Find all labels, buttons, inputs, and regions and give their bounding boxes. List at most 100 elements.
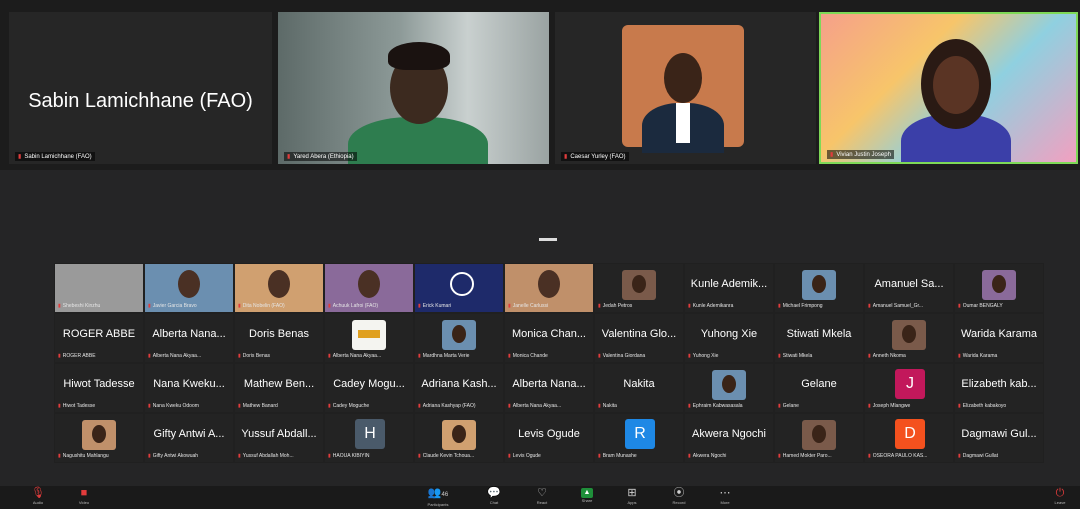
participant-tile[interactable]: ▮ Erick Kumari xyxy=(414,263,504,313)
participant-tile[interactable]: ▮ Jedah Petros xyxy=(594,263,684,313)
participant-tile[interactable]: Warida Karama ▮ Warida Karama xyxy=(954,313,1044,363)
participant-tile[interactable]: Gelane ▮ Gelane xyxy=(774,363,864,413)
participant-label: ▮ Valentina Giordana xyxy=(598,353,646,359)
participant-display-name: Valentina Glo... xyxy=(601,328,677,340)
participant-avatar xyxy=(982,270,1016,300)
participant-tile[interactable]: R ▮ Bram Munashe xyxy=(594,413,684,463)
participant-tile[interactable]: Levis Ogude ▮ Levis Ogude xyxy=(504,413,594,463)
record-button[interactable]: ⦿ Record xyxy=(659,486,699,509)
participant-label: ▮ Yuhong Xie xyxy=(688,353,719,359)
participant-tile[interactable]: ▮ Javier Garcia Bravo xyxy=(144,263,234,313)
leave-icon: ⏻ xyxy=(1055,487,1065,499)
participant-tile[interactable]: Yussuf Abdall... ▮ Yussuf Abdallah Moh... xyxy=(234,413,324,463)
participant-tile[interactable]: ▮ Oumar BENGALY xyxy=(954,263,1044,313)
speaker-tag: ▮ Yared Abera (Ethiopia) xyxy=(284,152,357,161)
participant-tile[interactable]: Alberta Nana... ▮ Alberta Nana Akyaa... xyxy=(504,363,594,413)
participant-tile[interactable]: Nana Kweku... ▮ Nana Kweku Odoom xyxy=(144,363,234,413)
muted-mic-icon: ▮ xyxy=(830,152,834,158)
participant-tile[interactable]: Nakita ▮ Nakita xyxy=(594,363,684,413)
participant-tile[interactable]: D ▮ OSEORA PAULO KAS... xyxy=(864,413,954,463)
participant-tile[interactable]: ▮ Dita Nobelin (FAO) xyxy=(234,263,324,313)
participant-tile[interactable]: Gifty Antwi A... ▮ Gifty Antwi Akowuah xyxy=(144,413,234,463)
muted-mic-icon: ▮ xyxy=(598,353,601,359)
muted-mic-icon: ▮ xyxy=(778,453,781,459)
participant-display-name: Elizabeth kab... xyxy=(961,378,1037,390)
participant-display-name: Yussuf Abdall... xyxy=(241,428,317,440)
participant-display-name: Kunle Ademik... xyxy=(690,278,768,290)
participant-tile[interactable]: Monica Chan... ▮ Monica Chande xyxy=(504,313,594,363)
participant-tile[interactable]: ▮ Anneth Nkoma xyxy=(864,313,954,363)
participant-tile[interactable]: Dagmawi Gul... ▮ Dagmawi Gullat xyxy=(954,413,1044,463)
chat-button[interactable]: 💬 Chat xyxy=(474,486,514,509)
muted-mic-icon: ▮ xyxy=(598,403,601,409)
speaker-tile-caesar[interactable]: ▮ Caesar Yurley (FAO) xyxy=(555,12,816,164)
participant-tile[interactable]: H ▮ HAOUA KIBIYIN xyxy=(324,413,414,463)
participant-tile[interactable]: ▮ Claude Kevin Tchoua... xyxy=(414,413,504,463)
participant-tile[interactable]: Stiwati Mkela ▮ Stiwati Mkela xyxy=(774,313,864,363)
participant-tile[interactable]: ROGER ABBE ▮ ROGER ABBE xyxy=(54,313,144,363)
apps-button[interactable]: ⊞ Apps xyxy=(612,486,652,509)
participant-tile[interactable]: ▮ Alberta Nana Akyaa... xyxy=(324,313,414,363)
audio-button[interactable]: 🎙 Audio xyxy=(18,486,58,509)
participant-tile[interactable]: ▮ Janelle Carlussi xyxy=(504,263,594,313)
participant-avatar xyxy=(622,270,656,300)
participant-tile[interactable]: Adriana Kash... ▮ Adriana Kashyap (FAO) xyxy=(414,363,504,413)
more-button[interactable]: ⋯ More xyxy=(705,486,745,509)
muted-mic-icon: ▮ xyxy=(418,453,421,459)
participant-initial-avatar: H xyxy=(355,419,385,449)
participant-tile[interactable]: ▮ Hamed Mokter Paro... xyxy=(774,413,864,463)
participant-initial-avatar: D xyxy=(895,419,925,449)
muted-mic-icon: ▮ xyxy=(868,353,871,359)
video-button[interactable]: ■ Video xyxy=(64,486,104,509)
participant-label: ▮ Mathew Banard xyxy=(238,403,278,409)
participant-display-name: Dagmawi Gul... xyxy=(961,428,1037,440)
participant-tile[interactable]: Akwera Ngochi ▮ Akwera Ngochi xyxy=(684,413,774,463)
muted-mic-icon: ▮ xyxy=(148,453,151,459)
participants-button[interactable]: 👥46 Participants xyxy=(418,486,458,509)
participant-tile[interactable]: ▮ Ephraim Kabwasasala xyxy=(684,363,774,413)
participant-label: ▮ Nagushitu Mahlangu xyxy=(58,453,109,459)
participant-tile[interactable]: Mathew Ben... ▮ Mathew Banard xyxy=(234,363,324,413)
participant-label: ▮ HAOUA KIBIYIN xyxy=(328,453,370,459)
participant-tile[interactable]: Alberta Nana... ▮ Alberta Nana Akyaa... xyxy=(144,313,234,363)
speaker-tile-sabin[interactable]: Sabin Lamichhane (FAO) ▮ Sabin Lamichhane… xyxy=(9,12,272,164)
speaker-tile-yared[interactable]: ▮ Yared Abera (Ethiopia) xyxy=(278,12,549,164)
participant-tile[interactable]: Valentina Glo... ▮ Valentina Giordana xyxy=(594,313,684,363)
participant-label: ▮ Achuuk Lafroi (FAO) xyxy=(328,303,379,309)
participant-display-name: Alberta Nana... xyxy=(152,328,226,340)
speaker-tag: ▮ Sabin Lamichhane (FAO) xyxy=(15,152,95,161)
muted-mic-icon: ▮ xyxy=(688,353,691,359)
participant-tile[interactable]: Hiwot Tadesse ▮ Hiwot Tadesse xyxy=(54,363,144,413)
react-button[interactable]: ♡ React xyxy=(522,486,562,509)
speaker-tile-vivian[interactable]: ▮ Vivian Justin Joseph xyxy=(819,12,1078,164)
participant-tile[interactable]: ▮ Achuuk Lafroi (FAO) xyxy=(324,263,414,313)
participant-tile[interactable]: ▮ Mardhna Marta Verie xyxy=(414,313,504,363)
share-button[interactable]: ▲ Share xyxy=(567,486,607,509)
participant-tile[interactable]: Cadey Mogu... ▮ Cadey Moguche xyxy=(324,363,414,413)
leave-button[interactable]: ⏻ Leave xyxy=(1040,486,1080,509)
record-icon: ⦿ xyxy=(673,487,685,499)
muted-mic-icon: ▮ xyxy=(508,353,511,359)
participant-tile[interactable]: Yuhong Xie ▮ Yuhong Xie xyxy=(684,313,774,363)
muted-mic-icon: ▮ xyxy=(958,453,961,459)
muted-mic-icon: ▮ xyxy=(564,154,568,160)
participant-tile[interactable]: ▮ Nagushitu Mahlangu xyxy=(54,413,144,463)
participant-tile[interactable]: Elizabeth kab... ▮ Elizabeth kabakoyo xyxy=(954,363,1044,413)
participant-label: ▮ Gelane xyxy=(778,403,799,409)
participant-tile[interactable]: Amanuel Sa... ▮ Amanuel Samuel_Gr... xyxy=(864,263,954,313)
speaker-video xyxy=(821,14,1076,162)
participant-display-name: Hiwot Tadesse xyxy=(63,378,135,390)
participant-tile[interactable]: ▮ Michael Frimpong xyxy=(774,263,864,313)
muted-mic-icon: ▮ xyxy=(148,353,151,359)
muted-mic-icon: ▮ xyxy=(328,303,331,309)
participant-label: ▮ Jedah Petros xyxy=(598,303,633,309)
participant-tile[interactable]: J ▮ Joseph Mlangwe xyxy=(864,363,954,413)
muted-mic-icon: ▮ xyxy=(58,403,61,409)
participant-tile[interactable]: Doris Benas ▮ Doris Benas xyxy=(234,313,324,363)
participant-tile[interactable]: ▮ Shebeshi Kinzhu xyxy=(54,263,144,313)
participant-tile[interactable]: Kunle Ademik... ▮ Kunle Ademikanra xyxy=(684,263,774,313)
loading-indicator xyxy=(539,238,557,241)
muted-mic-icon: ▮ xyxy=(508,453,511,459)
muted-mic-icon: ▮ xyxy=(418,353,421,359)
participant-label: ▮ Gifty Antwi Akowuah xyxy=(148,453,199,459)
